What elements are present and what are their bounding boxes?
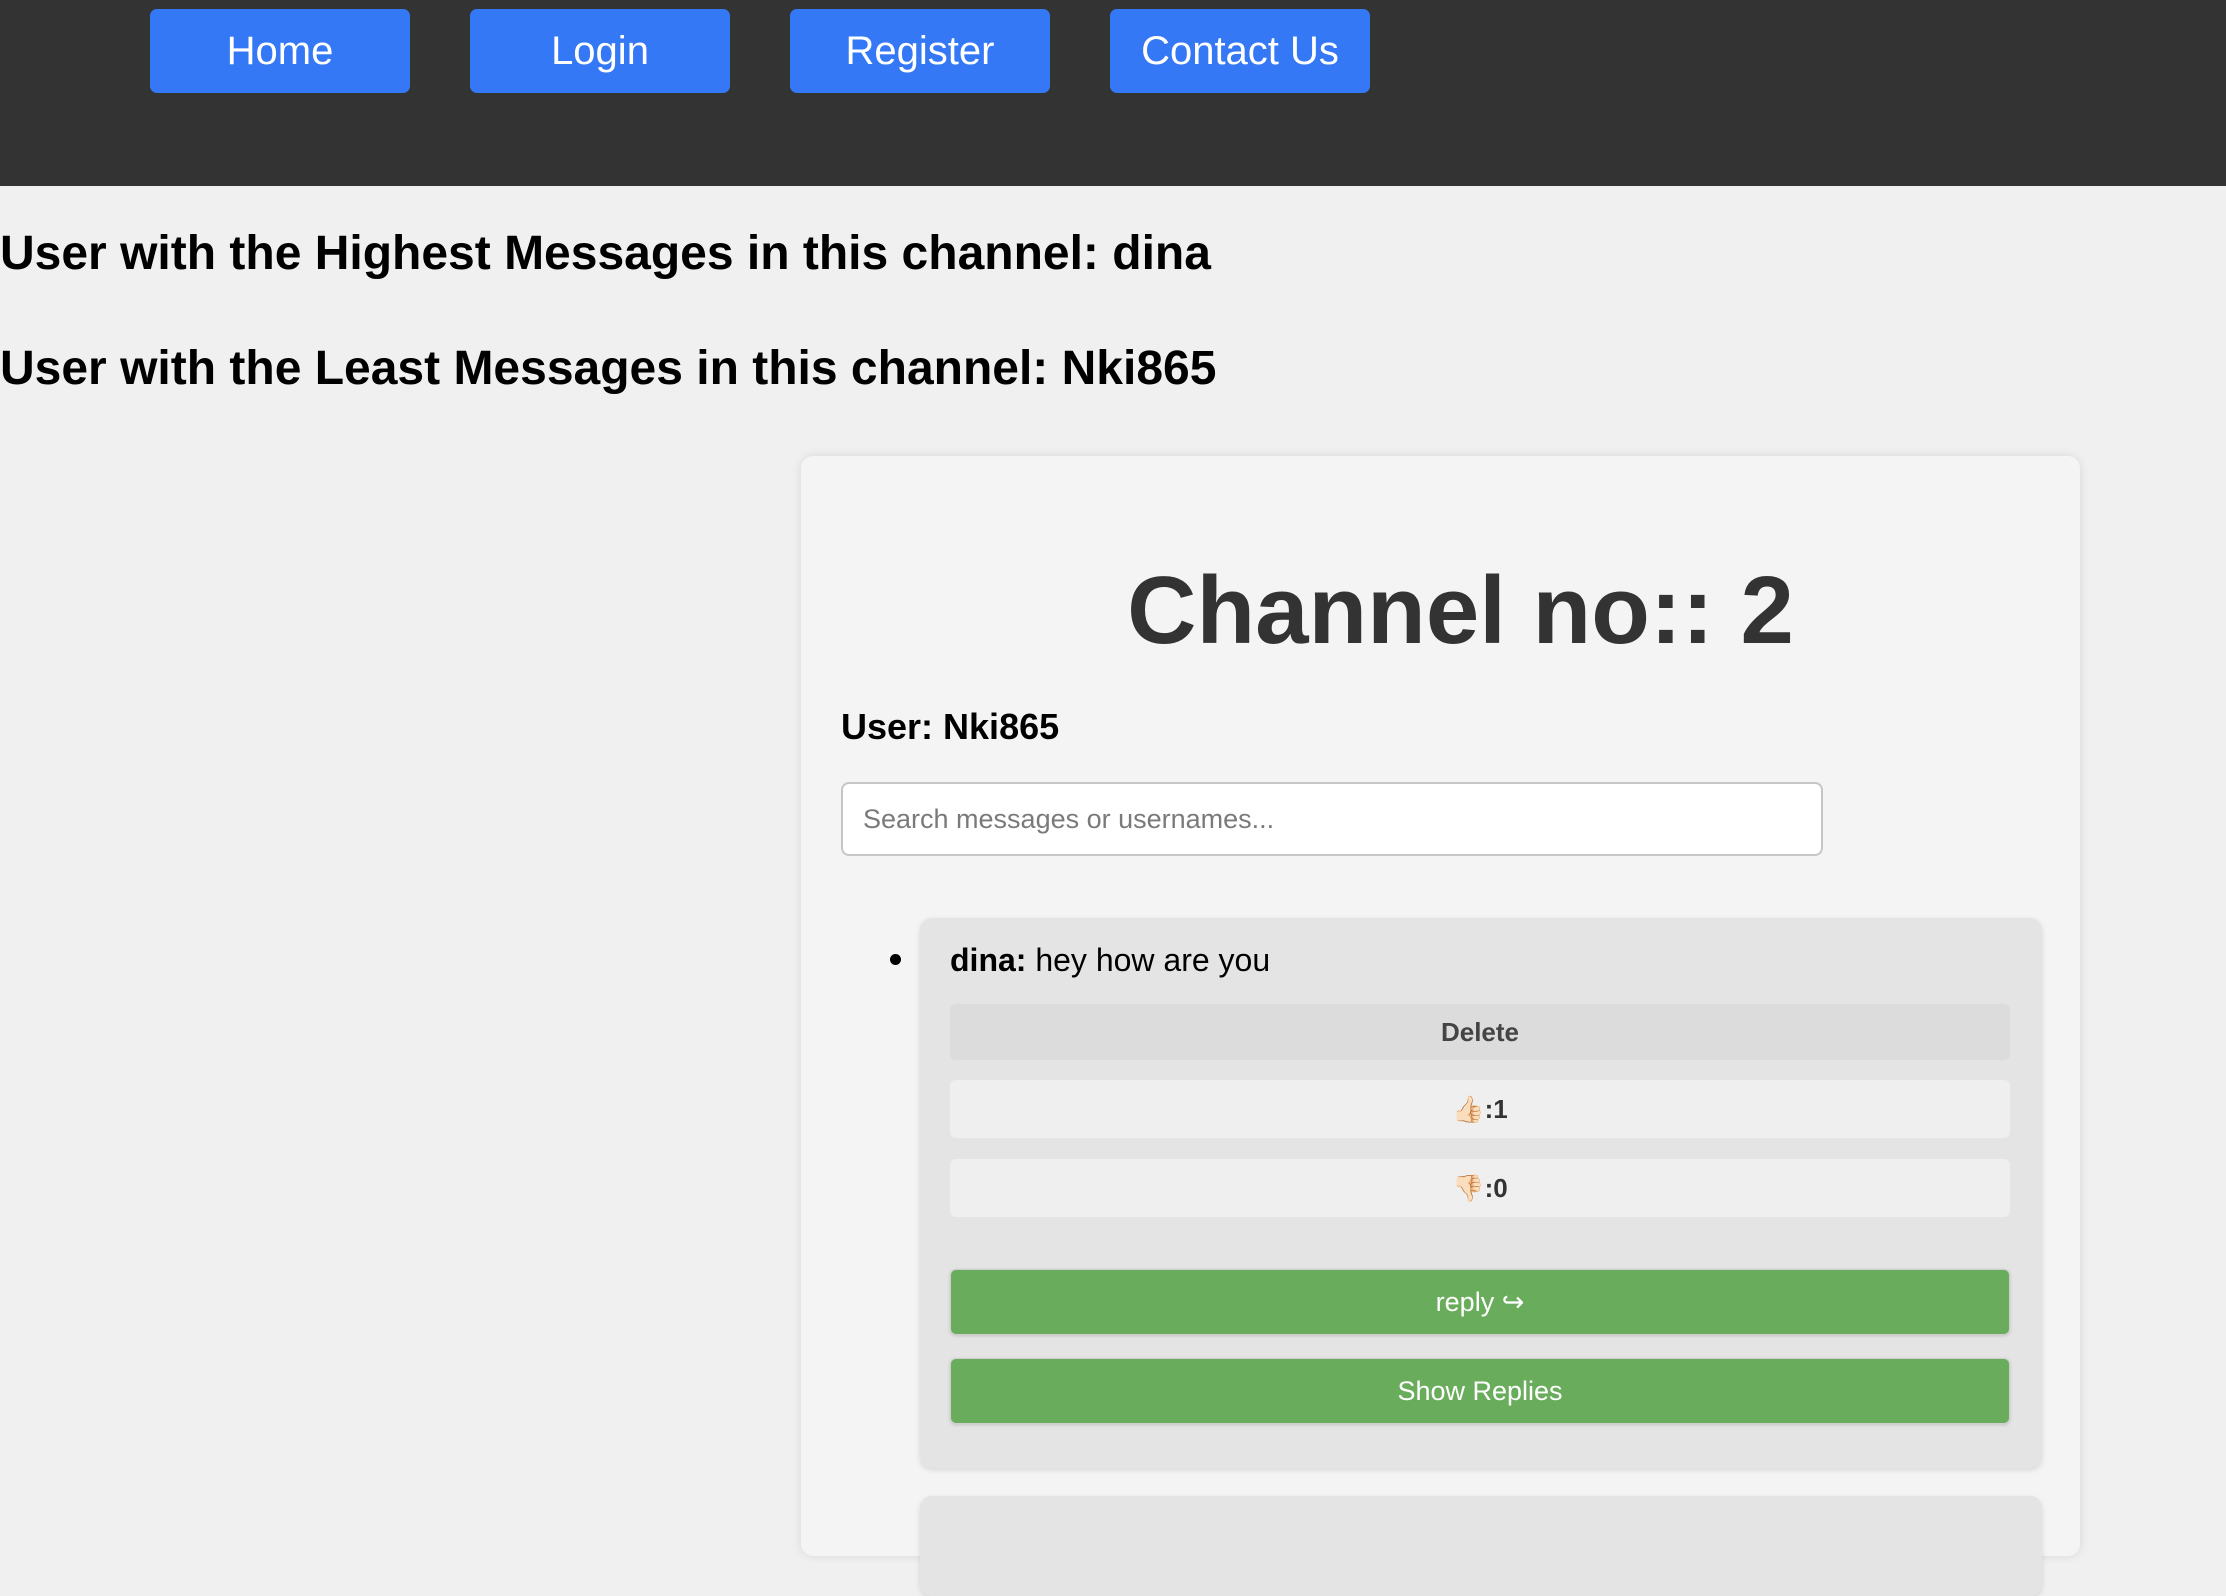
list-bullet <box>890 954 901 965</box>
message-body: hey how are you <box>1026 942 1271 978</box>
channel-card: Channel no:: 2 User: Nki865 dina: hey ho… <box>801 456 2080 1596</box>
least-messages-stat: User with the Least Messages in this cha… <box>0 341 1216 396</box>
register-button[interactable]: Register <box>790 9 1050 93</box>
least-messages-label: User with the Least Messages in this cha… <box>0 342 1062 395</box>
dislike-button[interactable]: 👎🏻:0 <box>950 1159 2010 1217</box>
least-messages-user: Nki865 <box>1061 342 1217 395</box>
message-author: dina: <box>950 942 1027 978</box>
delete-button[interactable]: Delete <box>950 1004 2010 1060</box>
login-button[interactable]: Login <box>470 9 730 93</box>
highest-messages-user: dina <box>1112 227 1211 280</box>
channel-title: Channel no:: 2 <box>1127 557 1794 664</box>
message-item-next <box>920 1496 2042 1596</box>
like-button[interactable]: 👍🏻:1 <box>950 1080 2010 1138</box>
current-user-label: User: Nki865 <box>841 706 1060 747</box>
message-text: dina: hey how are you <box>950 942 1270 979</box>
message-item: dina: hey how are you Delete 👍🏻:1 👎🏻:0 r… <box>920 918 2042 1468</box>
top-navbar: Home Login Register Contact Us <box>0 0 2226 186</box>
highest-messages-label: User with the Highest Messages in this c… <box>0 227 1113 280</box>
home-button[interactable]: Home <box>150 9 410 93</box>
contact-us-button[interactable]: Contact Us <box>1110 9 1370 93</box>
search-input[interactable] <box>841 782 1823 856</box>
show-replies-button[interactable]: Show Replies <box>950 1358 2010 1424</box>
highest-messages-stat: User with the Highest Messages in this c… <box>0 226 1211 281</box>
reply-button[interactable]: reply ↪ <box>950 1269 2010 1335</box>
